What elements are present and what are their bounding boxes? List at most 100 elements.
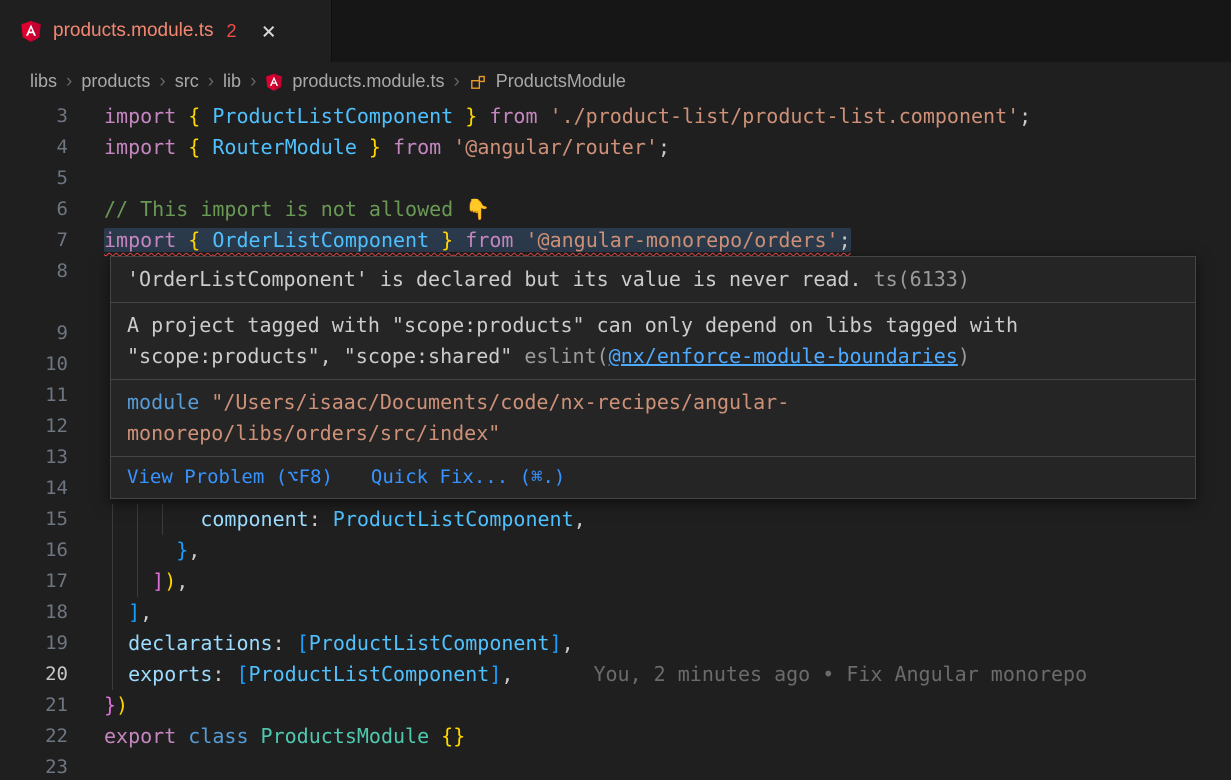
line-content: declarations: [ProductListComponent],	[104, 628, 1231, 659]
breadcrumb-item-src[interactable]: src	[175, 71, 199, 92]
ts-error-code: ts(6133)	[874, 267, 970, 291]
quick-fix-action[interactable]: Quick Fix... (⌘.)	[371, 462, 565, 493]
token-punct: ,	[574, 507, 586, 531]
line-number[interactable]: 23	[0, 752, 68, 780]
angular-icon	[20, 20, 42, 42]
chevron-right-icon: ›	[66, 71, 72, 93]
line-number[interactable]: 17	[0, 566, 68, 597]
breadcrumb-item-products[interactable]: products	[81, 71, 150, 92]
code-line-18[interactable]: 18 ],	[0, 597, 1231, 628]
line-number[interactable]: 10	[0, 349, 68, 380]
line-number[interactable]: 8	[0, 256, 68, 318]
eslint-message-text: "scope:products", "scope:shared"	[127, 344, 512, 368]
line-number[interactable]: 18	[0, 597, 68, 628]
line-number[interactable]: 15	[0, 504, 68, 535]
token-b1: {	[188, 135, 212, 159]
hover-eslint-diagnostic: A project tagged with "scope:products" c…	[111, 303, 1195, 380]
line-number[interactable]: 7	[0, 225, 68, 256]
line-number[interactable]: 5	[0, 163, 68, 194]
line-content: import { RouterModule } from '@angular/r…	[104, 132, 1231, 163]
git-blame-annotation: You, 2 minutes ago • Fix Angular monorep…	[593, 662, 1087, 686]
token-kw: import	[104, 135, 188, 159]
hover-ts-diagnostic: 'OrderListComponent' is declared but its…	[111, 257, 1195, 303]
line-content: import { ProductListComponent } from './…	[104, 101, 1231, 132]
eslint-source-suffix: )	[958, 344, 970, 368]
code-line-17[interactable]: 17 ]),	[0, 566, 1231, 597]
gutter-spacer	[68, 380, 104, 411]
token-b3: [	[297, 631, 309, 655]
breadcrumb-item-file[interactable]: products.module.ts	[292, 71, 444, 92]
code-line-5[interactable]: 5	[0, 163, 1231, 194]
line-number[interactable]: 20	[0, 659, 68, 690]
line-content: import { OrderListComponent } from '@ang…	[104, 225, 1231, 256]
line-number[interactable]: 19	[0, 628, 68, 659]
gutter-spacer	[68, 659, 104, 690]
gutter-spacer	[68, 256, 104, 318]
code-line-20[interactable]: 20 exports: [ProductListComponent],You, …	[0, 659, 1231, 690]
code-line-6[interactable]: 6 // This import is not allowed 👇	[0, 194, 1231, 225]
code-line-23[interactable]: 23	[0, 752, 1231, 780]
token-punct: ;	[1019, 104, 1031, 128]
code-line-21[interactable]: 21})	[0, 690, 1231, 721]
breadcrumb-item-lib[interactable]: lib	[223, 71, 241, 92]
line-number[interactable]: 16	[0, 535, 68, 566]
token-str: './product-list/product-list.component'	[550, 104, 1020, 128]
close-icon[interactable]: ×	[262, 19, 276, 43]
code-line-16[interactable]: 16 },	[0, 535, 1231, 566]
token-b1: }	[453, 104, 477, 128]
angular-icon	[265, 73, 283, 91]
code-line-19[interactable]: 19 declarations: [ProductListComponent],	[0, 628, 1231, 659]
line-number[interactable]: 14	[0, 473, 68, 504]
indent-guide	[162, 504, 163, 535]
token-punct: :	[309, 507, 333, 531]
tab-products-module[interactable]: products.module.ts 2 ×	[0, 0, 332, 62]
chevron-right-icon: ›	[453, 71, 459, 93]
line-number[interactable]: 11	[0, 380, 68, 411]
line-content: ]),	[104, 566, 1231, 597]
tab-title: products.module.ts	[53, 20, 214, 42]
eslint-rule-link[interactable]: @nx/enforce-module-boundaries	[609, 344, 958, 368]
line-number[interactable]: 9	[0, 318, 68, 349]
token-punct: :	[212, 662, 236, 686]
hover-popup: 'OrderListComponent' is declared but its…	[110, 256, 1196, 499]
token-ws	[429, 724, 441, 748]
breadcrumb-item-symbol[interactable]: ProductsModule	[496, 71, 626, 92]
line-number[interactable]: 3	[0, 101, 68, 132]
code-line-15[interactable]: 15 component: ProductListComponent,	[0, 504, 1231, 535]
code-line-7[interactable]: 7 import { OrderListComponent } from '@an…	[0, 225, 1231, 256]
token-punct: ,	[176, 569, 188, 593]
token-kw: export	[104, 724, 188, 748]
code-line-3[interactable]: 3 import { ProductListComponent } from '.…	[0, 101, 1231, 132]
token-kw: from	[477, 104, 549, 128]
gutter-spacer	[68, 535, 104, 566]
tab-bar: products.module.ts 2 ×	[0, 0, 1231, 62]
token-str: '@angular/router'	[453, 135, 658, 159]
line-content: // This import is not allowed 👇	[104, 194, 1231, 225]
line-number[interactable]: 12	[0, 411, 68, 442]
editor: 3 import { ProductListComponent } from '.…	[0, 101, 1231, 780]
token-teal: ProductsModule	[261, 724, 430, 748]
token-b1: )	[164, 569, 176, 593]
eslint-message-line2: "scope:products", "scope:shared" eslint(…	[127, 341, 1179, 372]
line-content	[104, 752, 1231, 780]
line-number[interactable]: 6	[0, 194, 68, 225]
line-content: })	[104, 690, 1231, 721]
gutter-spacer	[68, 690, 104, 721]
gutter-spacer	[68, 473, 104, 504]
token-kw: from	[381, 135, 453, 159]
eslint-message-text: A project tagged with "scope:products" c…	[127, 313, 1018, 337]
line-number[interactable]: 22	[0, 721, 68, 752]
code-line-4[interactable]: 4 import { RouterModule } from '@angular/…	[0, 132, 1231, 163]
indent-guide	[112, 535, 113, 566]
breadcrumb-item-libs[interactable]: libs	[30, 71, 57, 92]
error-squiggle: import { OrderListComponent } from '@ang…	[104, 228, 851, 252]
line-number[interactable]: 4	[0, 132, 68, 163]
code-line-22[interactable]: 22export class ProductsModule {}	[0, 721, 1231, 752]
token-blue: ProductListComponent	[333, 507, 574, 531]
token-b3: ]	[128, 600, 140, 624]
token-b3: ]	[489, 662, 501, 686]
token-blue: ProductListComponent	[249, 662, 490, 686]
line-number[interactable]: 21	[0, 690, 68, 721]
view-problem-action[interactable]: View Problem (⌥F8)	[127, 462, 333, 493]
line-number[interactable]: 13	[0, 442, 68, 473]
